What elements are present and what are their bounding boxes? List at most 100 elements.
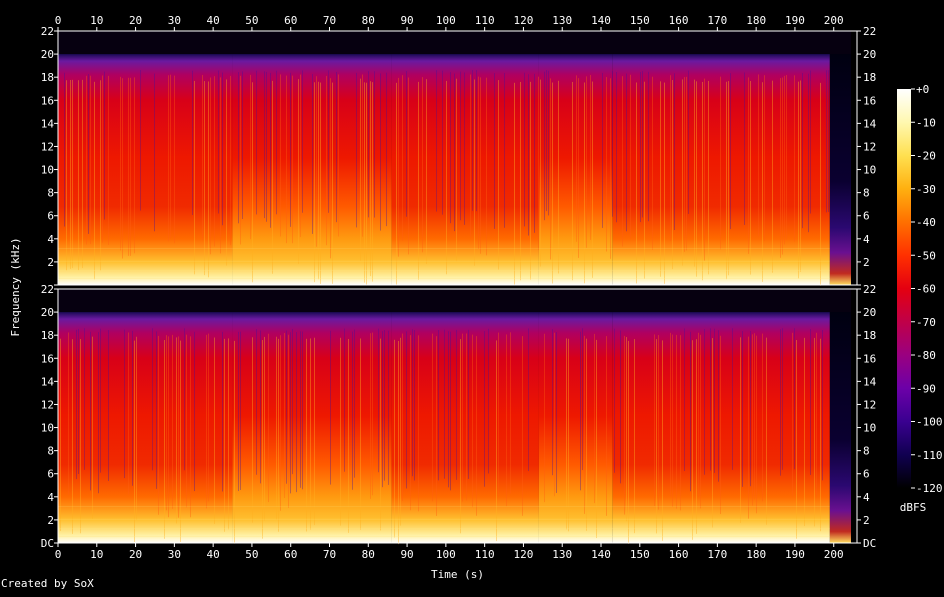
- texture-streak: [568, 338, 569, 532]
- texture-streak: [386, 72, 387, 227]
- texture-streak: [186, 334, 187, 508]
- texture-streak: [480, 77, 481, 254]
- texture-streak: [448, 331, 449, 488]
- texture-streak: [662, 340, 663, 541]
- texture-streak: [76, 329, 77, 480]
- texture-streak: [478, 76, 479, 249]
- texture-streak: [92, 336, 93, 519]
- texture-streak: [556, 332, 557, 493]
- x-tick-label-bottom: 70: [323, 548, 336, 561]
- texture-streak: [816, 332, 817, 497]
- texture-streak: [370, 333, 371, 499]
- y-tick-label-right: 16: [863, 352, 876, 365]
- y-tick-label-right: 20: [863, 48, 876, 61]
- texture-streak: [122, 78, 123, 259]
- texture-streak: [154, 73, 155, 232]
- colorbar-tick-label: -60: [916, 283, 936, 296]
- texture-streak: [132, 330, 133, 486]
- texture-streak: [606, 77, 607, 252]
- texture-streak: [584, 82, 585, 284]
- harmonic-line: [58, 260, 830, 262]
- texture-streak: [268, 333, 269, 503]
- y-tick-label-right: 8: [863, 445, 870, 458]
- texture-streak: [312, 74, 313, 234]
- texture-streak: [86, 75, 87, 245]
- texture-streak: [78, 328, 79, 474]
- x-tick-label-top: 0: [55, 14, 62, 27]
- texture-streak: [208, 81, 209, 278]
- harmonic-line: [58, 518, 830, 520]
- texture-streak: [230, 75, 231, 246]
- y-tick-label-left: 20: [41, 48, 54, 61]
- x-tick-label-top: 160: [669, 14, 689, 27]
- texture-streak: [378, 328, 379, 473]
- texture-streak: [340, 337, 341, 526]
- x-tick-label-bottom: 50: [245, 548, 258, 561]
- texture-streak: [684, 328, 685, 472]
- texture-streak: [664, 82, 665, 284]
- texture-streak: [108, 330, 109, 481]
- texture-streak: [682, 79, 683, 266]
- texture-streak: [402, 75, 403, 241]
- x-tick-label-bottom: 180: [746, 548, 766, 561]
- texture-streak: [68, 332, 69, 495]
- spectrum-segment: [538, 312, 613, 543]
- y-tick-label-left: DC: [41, 537, 54, 550]
- spectrogram-figure: 2 2 4 4 6 6 8 8 10 10 12 12 14 14 16 16 18 18 20 20 22 22 DC DC…: [0, 0, 944, 593]
- texture-streak: [498, 80, 499, 270]
- texture-streak: [780, 329, 781, 476]
- texture-streak: [554, 332, 555, 497]
- texture-streak: [748, 77, 749, 254]
- texture-streak: [470, 74, 471, 237]
- texture-streak: [792, 332, 793, 497]
- texture-streak: [612, 71, 613, 217]
- texture-streak: [368, 71, 369, 218]
- y-tick-label-left: 12: [41, 140, 54, 153]
- texture-streak: [784, 75, 785, 245]
- texture-streak: [528, 328, 529, 472]
- texture-streak: [808, 73, 809, 233]
- texture-streak: [730, 73, 731, 230]
- y-tick-label-left: 16: [41, 94, 54, 107]
- texture-streak: [692, 340, 693, 540]
- texture-streak: [180, 340, 181, 542]
- texture-streak: [178, 336, 179, 518]
- texture-streak: [688, 70, 689, 214]
- texture-streak: [822, 330, 823, 481]
- texture-streak: [72, 339, 73, 534]
- texture-streak: [528, 74, 529, 236]
- y-tick-label-left: 4: [47, 233, 54, 246]
- y-tick-label-right: 14: [863, 375, 877, 388]
- texture-streak: [718, 330, 719, 482]
- x-tick-label-top: 60: [284, 14, 297, 27]
- texture-streak: [240, 75, 241, 245]
- texture-streak: [800, 80, 801, 272]
- x-tick-label-top: 180: [746, 14, 766, 27]
- texture-streak: [300, 74, 301, 238]
- texture-streak: [436, 336, 437, 516]
- texture-streak: [762, 333, 763, 502]
- texture-streak: [466, 333, 467, 501]
- colorbar-tick-label: -50: [916, 249, 936, 262]
- texture-streak: [684, 77, 685, 252]
- texture-streak: [580, 331, 581, 491]
- texture-streak: [202, 75, 203, 240]
- texture-streak: [292, 75, 293, 244]
- texture-streak: [108, 75, 109, 245]
- texture-streak: [690, 331, 691, 492]
- texture-streak: [422, 77, 423, 253]
- silence-tail: [851, 31, 857, 285]
- silence-tail: [851, 289, 857, 543]
- colorbar-tick-label: +0: [916, 83, 929, 96]
- y-tick-label-right: 10: [863, 422, 876, 435]
- x-tick-label-bottom: 140: [591, 548, 611, 561]
- texture-streak: [756, 335, 757, 514]
- texture-streak: [136, 336, 137, 520]
- texture-streak: [828, 70, 829, 212]
- texture-streak: [256, 70, 257, 215]
- texture-streak: [708, 80, 709, 275]
- texture-streak: [712, 338, 713, 528]
- texture-streak: [530, 81, 531, 280]
- texture-streak: [780, 78, 781, 258]
- texture-streak: [370, 81, 371, 277]
